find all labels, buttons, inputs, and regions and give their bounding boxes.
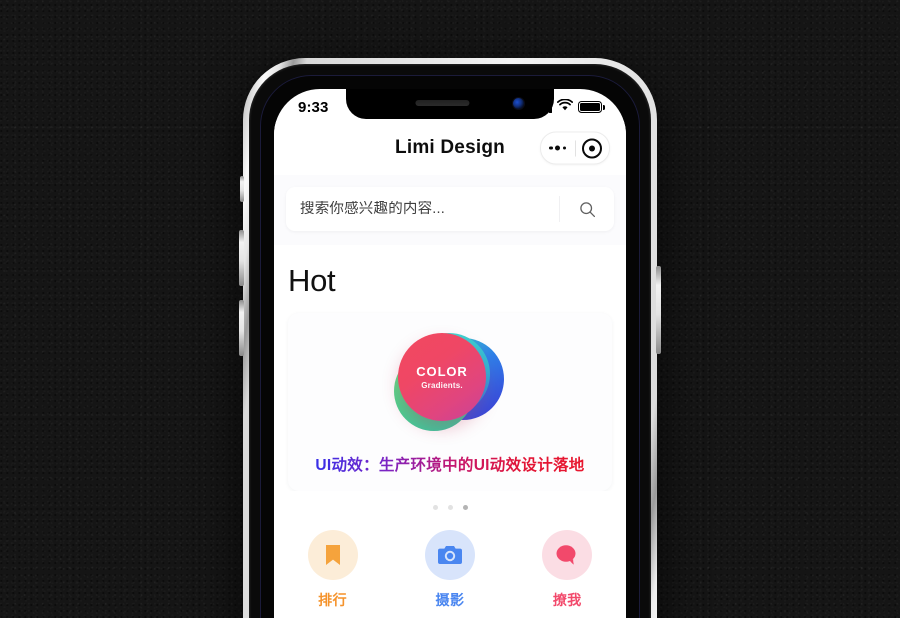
screenshot-stage: 9:33 Limi Design 搜索你感兴趣的内容... Hot COLOR … [0, 0, 900, 618]
quicknav-label-chat: 撩我 [552, 592, 582, 608]
search-bar[interactable] [286, 187, 614, 231]
earpiece-speaker-icon [415, 100, 470, 106]
miniprogram-capsule [540, 131, 610, 165]
mute-switch[interactable] [240, 176, 244, 202]
hot-section: Hot COLOR Gradients. UI动效：生产环境中的UI动效设计落地 [274, 245, 626, 491]
search-section [274, 175, 626, 245]
more-dots-icon[interactable] [541, 145, 575, 151]
carousel-pagination[interactable] [274, 491, 626, 514]
close-target-icon[interactable] [576, 138, 610, 158]
status-clock: 9:33 [298, 98, 329, 116]
thumbnail-label-secondary: Gradients. [421, 380, 463, 390]
quick-nav: 排行 摄影 撩我 [274, 514, 626, 618]
page-title: Limi Design [395, 137, 505, 158]
volume-down-button[interactable] [239, 300, 244, 356]
phone-device: 9:33 Limi Design 搜索你感兴趣的内容... Hot COLOR … [239, 58, 661, 618]
card-thumbnail: COLOR Gradients. [390, 329, 510, 433]
app-content: Hot COLOR Gradients. [274, 175, 626, 618]
phone-bezel: 9:33 Limi Design 搜索你感兴趣的内容... Hot COLOR … [260, 75, 640, 618]
quicknav-item-chat[interactable]: 撩我 [509, 530, 626, 610]
camera-icon[interactable] [424, 530, 475, 580]
notch [346, 89, 554, 119]
bookmark-icon[interactable] [307, 530, 358, 580]
pagination-dot[interactable] [447, 505, 453, 510]
phone-screen: 9:33 Limi Design 搜索你感兴趣的内容... Hot COLOR … [274, 89, 626, 618]
phone-chassis: 9:33 Limi Design 搜索你感兴趣的内容... Hot COLOR … [249, 64, 651, 618]
thumbnail-label: COLOR Gradients. [398, 333, 486, 421]
front-camera-icon [513, 98, 524, 109]
pagination-dot-active[interactable] [462, 505, 468, 510]
quicknav-item-ranking[interactable]: 排行 [274, 530, 391, 610]
volume-up-button[interactable] [239, 230, 244, 286]
search-icon[interactable] [559, 196, 614, 222]
quicknav-label-photography: 摄影 [435, 592, 465, 608]
featured-card[interactable]: COLOR Gradients. UI动效：生产环境中的UI动效设计落地 [288, 313, 612, 491]
pagination-dot[interactable] [432, 505, 438, 510]
battery-full-icon [578, 101, 605, 113]
quicknav-label-ranking: 排行 [318, 592, 348, 608]
power-button[interactable] [656, 266, 661, 354]
app-navbar: Limi Design [274, 121, 626, 175]
wifi-icon [556, 98, 574, 116]
search-input[interactable] [286, 201, 559, 217]
card-title: UI动效：生产环境中的UI动效设计落地 [315, 453, 584, 475]
section-heading: Hot [288, 263, 336, 298]
thumbnail-label-primary: COLOR [416, 363, 468, 379]
chat-bubble-icon[interactable] [542, 530, 593, 580]
quicknav-item-photography[interactable]: 摄影 [391, 530, 508, 610]
